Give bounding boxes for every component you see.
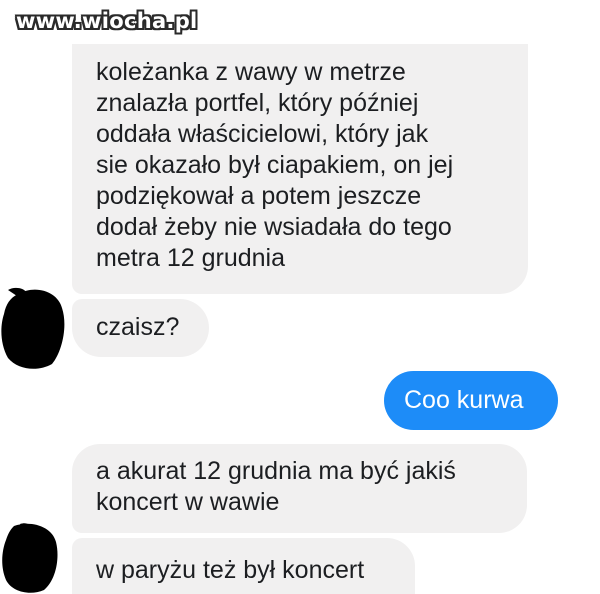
message-bubble-incoming: czaisz? xyxy=(72,299,209,357)
message-thread: koleżanka z wawy w metrze znalazła portf… xyxy=(0,0,600,594)
message-bubble-incoming: w paryżu też był koncert xyxy=(72,538,415,594)
redacted-avatar-icon xyxy=(1,287,65,369)
message-bubble-incoming: a akurat 12 grudnia ma być jakiś koncert… xyxy=(72,444,527,533)
message-bubble-incoming: koleżanka z wawy w metrze znalazła portf… xyxy=(72,44,528,294)
redacted-avatar-icon xyxy=(2,523,58,593)
watermark-logo: www.wiocha.pl xyxy=(16,9,198,33)
message-bubble-outgoing: Coo kurwa xyxy=(384,371,558,430)
